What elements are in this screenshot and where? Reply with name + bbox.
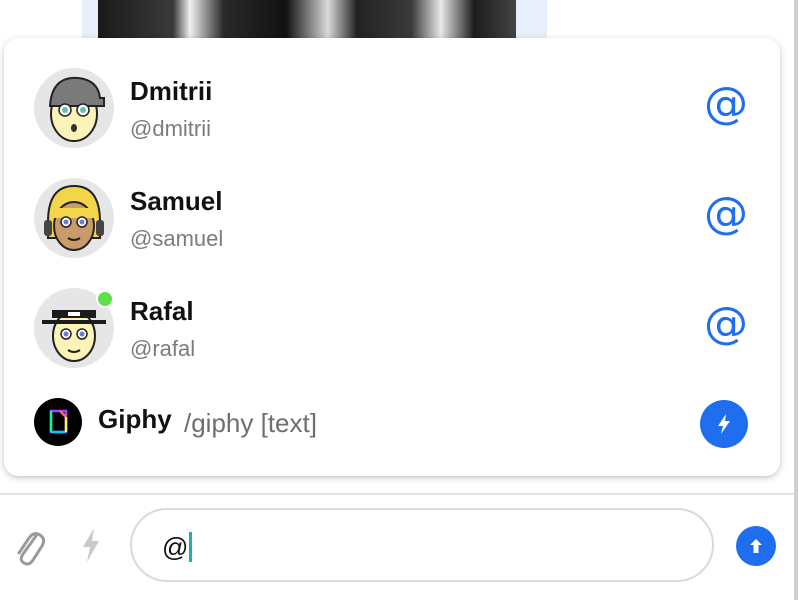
avatar [34,68,114,148]
paperclip-icon[interactable] [12,524,46,568]
user-handle: @rafal [130,336,196,361]
online-status-indicator [96,290,114,308]
command-args: /giphy [text] [184,408,317,438]
text-caret [189,532,193,562]
at-icon[interactable]: @ [702,300,750,348]
user-handle: @dmitrii [130,116,211,141]
user-name: Samuel [130,186,223,216]
message-input[interactable]: @ [130,508,714,582]
mention-item[interactable]: Samuel @samuel @ [4,168,780,278]
giphy-logo-icon [34,398,82,446]
user-handle: @samuel [130,226,224,251]
window-border [794,0,798,600]
at-icon[interactable]: @ [702,80,750,128]
message-input-value: @ [162,532,193,562]
mention-item[interactable]: Dmitrii @dmitrii @ [4,58,780,168]
user-name: Dmitrii [130,76,213,106]
command-name: Giphy [98,404,172,434]
send-button[interactable] [736,526,776,566]
lightning-icon[interactable] [700,400,748,448]
mention-item[interactable]: Rafal @rafal @ [4,278,780,388]
command-item-giphy[interactable]: Giphy /giphy [text] [4,388,780,458]
user-name: Rafal [130,296,194,326]
avatar [34,178,114,258]
lightning-icon[interactable] [80,526,102,564]
divider [0,493,794,495]
arrow-up-icon [750,539,762,553]
suggestion-popup: Dmitrii @dmitrii @ Samuel @samuel @ Rafa… [4,38,780,476]
at-icon[interactable]: @ [702,190,750,238]
